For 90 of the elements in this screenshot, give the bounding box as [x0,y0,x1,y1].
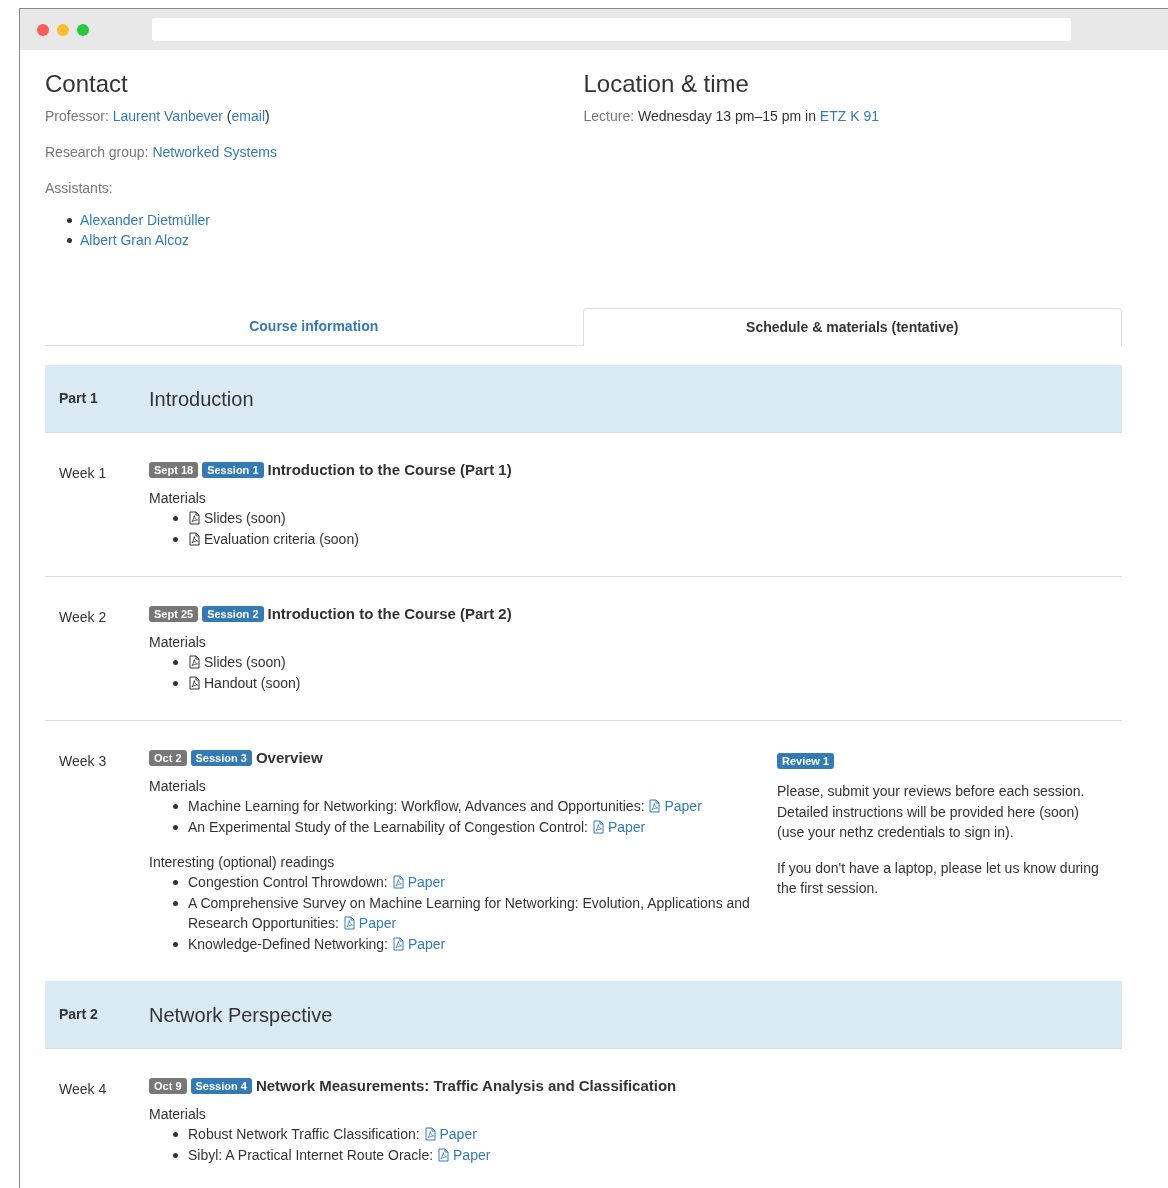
group-heading: Materials [149,633,207,652]
bullet [173,900,178,906]
text: ( [225,108,232,124]
reading-entry: Knowledge-Defined Networking: Paper [188,934,446,954]
link[interactable]: email [231,108,265,124]
link[interactable]: Laurent Vanbever [112,108,223,124]
field-label: Assistants: [45,180,113,196]
bullet [173,941,178,947]
tab[interactable]: Course information [45,308,583,346]
part-title: Introduction [149,386,254,412]
reading-entry: An Experimental Study of the Learnability of Congestion Control: Paper [188,817,646,837]
group-heading: Materials [149,777,207,796]
material-text: Slides (soon) [204,510,286,526]
reading-entry: Sibyl: A Practical Internet Route Oracle: Paper [188,1145,491,1165]
group-heading: Materials [149,1105,207,1124]
date-badge: Sept 18 [149,462,199,478]
pdf-file-icon [188,675,201,690]
bullet [173,880,178,885]
session-title: Overview [255,748,323,768]
pdf-file-icon [391,875,405,889]
pdf-file-icon [648,799,662,813]
date-badge: Oct 2 [149,750,187,766]
week-label: Week 4 [58,1080,108,1099]
reading-entry: Robust Network Traffic Classification: Paper [188,1125,477,1144]
pdf-file-icon [423,1127,437,1141]
bullet [173,1152,178,1158]
pdf-file-icon [188,531,201,546]
bullet [173,1132,178,1137]
link[interactable]: ETZ K 91 [819,108,879,124]
bullet [173,516,178,521]
minimize-button[interactable] [57,23,69,36]
part-label: Part 2 [58,1005,99,1024]
date-badge: Sept 25 [149,606,199,622]
bullet [173,536,178,542]
paper-link[interactable]: Paper [437,1146,491,1163]
session-title: Introduction to the Course (Part 1) [267,460,512,480]
paper-link[interactable]: Paper [423,1126,477,1142]
session-badge: Session 3 [190,750,252,766]
text: Wednesday 13 pm–15 pm in [638,108,817,124]
material-text: Evaluation criteria (soon) [204,530,359,547]
session-badge: Session 4 [190,1078,252,1094]
bullet [173,660,178,665]
note-paragraph: If you don't have a laptop, please let us know during the first session. [777,858,1099,898]
date-badge: Oct 9 [149,1078,187,1094]
group-heading: Materials [149,489,207,508]
week-label: Week 3 [58,752,108,771]
part-title: Network Perspective [149,1002,333,1028]
session-badge: Session 2 [202,606,264,622]
assistant-link[interactable]: Alexander Dietmüller [80,210,210,230]
section-heading: Contact [45,70,129,98]
material-text: Handout (soon) [204,674,301,691]
bullet [67,238,72,243]
tab[interactable]: Schedule & materials (tentative) [582,308,1122,346]
paper-link[interactable]: Paper [591,818,646,835]
paper-link[interactable]: Paper [391,874,445,890]
week-label: Week 2 [58,608,108,627]
material-text: Slides (soon) [204,654,286,670]
reading-entry: A Comprehensive Survey on Machine Learning for Networking: Evolution, Applications and Research Opportunities: Paper [188,893,751,933]
session-title: Network Measurements: Traffic Analysis and Classification [255,1076,677,1096]
maximize-button[interactable] [77,23,89,36]
link[interactable]: Networked Systems [152,144,277,160]
pdf-file-icon [391,936,405,951]
field-label: Lecture: [583,108,636,124]
text: ) [265,108,270,124]
session-badge: Session 1 [202,462,264,478]
paper-link[interactable]: Paper [391,935,446,952]
part-label: Part 1 [58,389,99,408]
bullet [67,218,72,223]
field-label: Professor: [45,108,110,124]
assistant-link[interactable]: Albert Gran Alcoz [80,230,189,250]
week-label: Week 1 [58,464,108,483]
reading-entry: Congestion Control Throwdown: Paper [188,873,445,892]
bullet [173,804,178,809]
bullet [173,680,178,686]
close-button[interactable] [37,23,49,36]
pdf-file-icon [188,655,201,669]
review-badge: Review 1 [777,753,835,769]
bullet [173,824,178,830]
section-heading: Location & time [583,70,750,98]
pdf-file-icon [188,511,201,525]
paper-link[interactable]: Paper [342,915,397,931]
pdf-file-icon [437,1147,450,1162]
session-title: Introduction to the Course (Part 2) [267,604,512,624]
note-paragraph: Please, submit your reviews before each session. Detailed instructions will be provided here (soon) (use your nethz credentials to sign in). [777,782,1086,842]
paper-link[interactable]: Paper [648,798,702,814]
reading-entry: Machine Learning for Networking: Workflow, Advances and Opportunities: Paper [188,797,702,816]
field-label: Research group: [45,144,150,160]
pdf-file-icon [591,819,605,834]
group-heading: Interesting (optional) readings [149,853,336,872]
pdf-file-icon [342,916,356,930]
